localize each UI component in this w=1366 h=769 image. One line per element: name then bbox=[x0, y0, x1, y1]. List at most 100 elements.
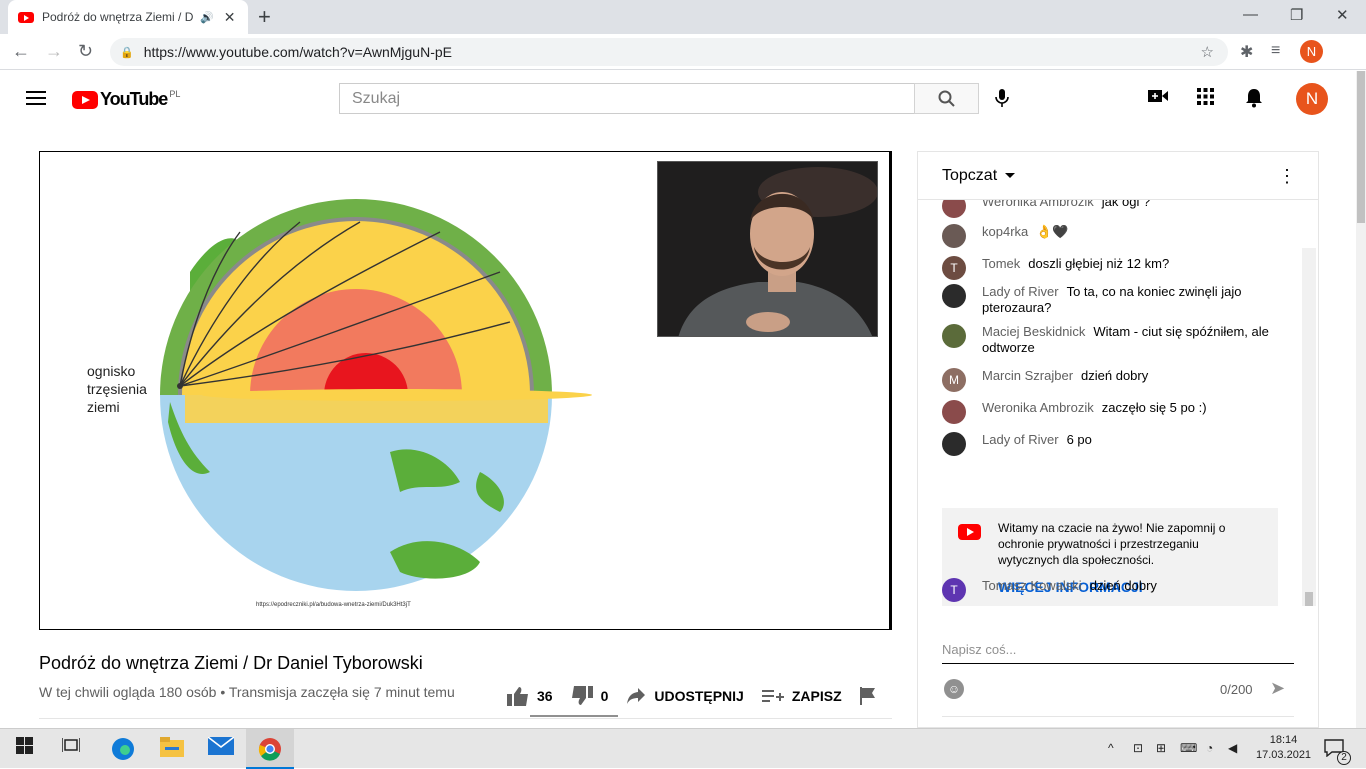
lock-icon[interactable]: 🔒 bbox=[120, 46, 134, 59]
video-meta: W tej chwili ogląda 180 osób • Transmisj… bbox=[39, 684, 455, 700]
user-avatar[interactable] bbox=[942, 284, 966, 308]
search-button[interactable] bbox=[914, 83, 979, 114]
audio-playing-icon[interactable]: 🔊 bbox=[200, 11, 214, 24]
windows-start-icon[interactable] bbox=[16, 737, 33, 759]
send-icon[interactable]: ➤ bbox=[1270, 678, 1285, 699]
chrome-taskbar-button[interactable] bbox=[246, 729, 294, 769]
chat-scrollbar[interactable] bbox=[1302, 248, 1316, 606]
profile-avatar[interactable]: N bbox=[1300, 40, 1323, 63]
user-avatar[interactable] bbox=[942, 200, 966, 218]
chat-message: kop4rka 👌🖤 bbox=[942, 224, 1294, 248]
thumbs-up-icon bbox=[507, 687, 528, 706]
divider bbox=[942, 716, 1294, 717]
minimize-button[interactable]: — bbox=[1243, 6, 1258, 23]
forward-arrow-icon[interactable]: → bbox=[45, 41, 63, 62]
new-tab-button[interactable]: + bbox=[258, 4, 271, 30]
message-text: doszli głębiej niż 12 km? bbox=[1028, 256, 1170, 271]
microphone-icon[interactable] bbox=[995, 88, 1009, 113]
author-name[interactable]: Maciej Beskidnick bbox=[982, 324, 1085, 339]
save-button[interactable]: ZAPISZ bbox=[761, 688, 842, 704]
chat-scrollbar-thumb[interactable] bbox=[1305, 592, 1313, 606]
like-count: 36 bbox=[537, 688, 553, 704]
author-name[interactable]: Lady of River bbox=[982, 284, 1059, 299]
menu-icon[interactable] bbox=[26, 91, 46, 105]
author-name[interactable]: Tomasz Kowalski bbox=[982, 578, 1082, 593]
presenter-image bbox=[658, 162, 877, 336]
url-bar[interactable]: 🔒 https://www.youtube.com/watch?v=AwnMjg… bbox=[110, 38, 1228, 66]
meet-now-icon[interactable]: ⊡ bbox=[1133, 741, 1143, 755]
media-control-icon[interactable]: ≡ bbox=[1271, 42, 1280, 60]
author-name[interactable]: Lady of River bbox=[982, 432, 1059, 447]
reload-icon[interactable]: ↻ bbox=[78, 41, 93, 62]
show-hidden-icons-chevron-icon[interactable]: ^ bbox=[1108, 741, 1114, 755]
user-avatar[interactable] bbox=[942, 400, 966, 424]
video-player[interactable]: ognisko trzęsienia ziemi https://epodrec… bbox=[39, 151, 892, 630]
char-counter: 0/200 bbox=[1220, 682, 1253, 697]
youtube-favicon-icon bbox=[18, 11, 34, 23]
account-avatar[interactable]: N bbox=[1296, 83, 1328, 115]
chat-message-input[interactable]: Napisz coś... bbox=[942, 642, 1294, 664]
user-avatar[interactable] bbox=[942, 432, 966, 456]
dropdown-caret-icon[interactable] bbox=[1005, 173, 1016, 178]
system-clock[interactable]: 18:14 17.03.2021 bbox=[1256, 733, 1311, 763]
playlist-add-icon bbox=[761, 690, 784, 702]
apps-grid-icon[interactable] bbox=[1197, 88, 1214, 110]
maximize-button[interactable]: ❐ bbox=[1290, 6, 1303, 24]
live-chat-panel: Topczat ⋮ Weronika Ambrozik jak ogi ? kop… bbox=[917, 151, 1319, 728]
close-window-button[interactable]: ✕ bbox=[1336, 6, 1349, 24]
emoji-icon[interactable]: ☺ bbox=[944, 679, 964, 699]
user-avatar[interactable] bbox=[942, 224, 966, 248]
share-button[interactable]: UDOSTĘPNIJ bbox=[626, 687, 744, 705]
message-text: 6 po bbox=[1066, 432, 1092, 447]
chat-message: M Marcin Szrajber dzień dobry bbox=[942, 368, 1294, 392]
search-input[interactable]: Szukaj bbox=[339, 83, 915, 114]
user-avatar[interactable]: M bbox=[942, 368, 966, 392]
page-scrollbar-thumb[interactable] bbox=[1357, 71, 1365, 223]
back-arrow-icon[interactable]: ← bbox=[12, 41, 30, 62]
focus-label-line-1: ognisko bbox=[87, 363, 136, 379]
security-icon[interactable]: ⊞ bbox=[1156, 741, 1166, 755]
more-options-icon[interactable]: ⋮ bbox=[1278, 166, 1296, 187]
file-explorer-icon[interactable] bbox=[160, 737, 184, 762]
bookmark-star-icon[interactable]: ☆ bbox=[1201, 43, 1214, 61]
author-name[interactable]: Tomek bbox=[982, 256, 1020, 271]
chat-message: Maciej Beskidnick Witam - ciut się spóźni… bbox=[942, 324, 1294, 356]
author-name[interactable]: Marcin Szrajber bbox=[982, 368, 1073, 383]
dislike-button[interactable]: 0 bbox=[571, 686, 608, 706]
page-scrollbar[interactable] bbox=[1356, 71, 1366, 728]
chat-header: Topczat ⋮ bbox=[918, 152, 1318, 200]
youtube-logo[interactable]: YouTube PL bbox=[72, 89, 180, 110]
search-icon bbox=[938, 90, 955, 107]
author-name[interactable]: kop4rka bbox=[982, 224, 1028, 239]
chat-message: T Tomasz Kowalski dzień dobry bbox=[942, 578, 1294, 602]
user-avatar[interactable]: T bbox=[942, 578, 966, 602]
network-icon[interactable]: ◔ bbox=[1206, 741, 1213, 755]
author-name[interactable]: Weronika Ambrozik bbox=[982, 400, 1094, 415]
edge-browser-icon[interactable] bbox=[111, 737, 135, 766]
windows-taskbar: ^ ⊡ ⊞ ⌨ ◔ ◀ 18:14 17.03.2021 2 bbox=[0, 728, 1366, 769]
chat-messages[interactable]: Weronika Ambrozik jak ogi ? kop4rka 👌🖤 T T… bbox=[918, 200, 1318, 606]
extensions-icon[interactable]: ✱ bbox=[1240, 42, 1253, 62]
create-video-icon[interactable] bbox=[1148, 88, 1168, 109]
chat-message: T Tomek doszli głębiej niż 12 km? bbox=[942, 256, 1294, 280]
like-button[interactable]: 36 bbox=[507, 686, 553, 706]
chat-mode-dropdown[interactable]: Topczat bbox=[942, 167, 997, 185]
chat-message: Lady of River 6 po bbox=[942, 432, 1294, 456]
report-flag-button[interactable] bbox=[859, 687, 884, 705]
browser-tab[interactable]: Podróż do wnętrza Ziemi / D 🔊 ✕ bbox=[8, 0, 248, 34]
country-code: PL bbox=[169, 89, 181, 99]
close-tab-icon[interactable]: ✕ bbox=[224, 9, 236, 26]
mail-icon[interactable] bbox=[207, 736, 235, 760]
volume-icon[interactable]: ◀ bbox=[1228, 741, 1237, 755]
author-name[interactable]: Weronika Ambrozik bbox=[982, 200, 1094, 209]
focus-label: ognisko trzęsienia ziemi bbox=[87, 362, 167, 416]
keyboard-icon[interactable]: ⌨ bbox=[1180, 741, 1197, 755]
youtube-header: YouTube PL Szukaj N bbox=[0, 71, 1356, 127]
notifications-bell-icon[interactable] bbox=[1245, 88, 1263, 113]
user-avatar[interactable]: T bbox=[942, 256, 966, 280]
focus-label-line-3: ziemi bbox=[87, 399, 120, 415]
task-view-icon[interactable] bbox=[61, 737, 81, 758]
user-avatar[interactable] bbox=[942, 324, 966, 348]
source-credit: https://epodreczniki.pl/a/budowa-wnetrza… bbox=[256, 602, 411, 608]
logo-text: YouTube bbox=[100, 89, 168, 109]
